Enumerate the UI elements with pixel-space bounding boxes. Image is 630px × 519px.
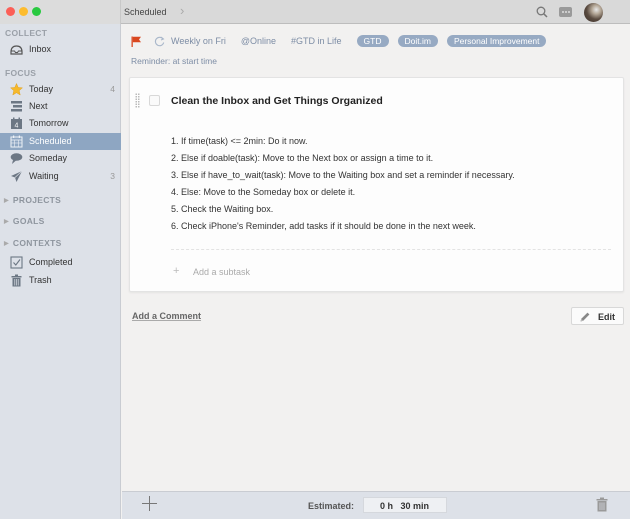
sidebar-item-someday[interactable]: Someday bbox=[0, 150, 121, 167]
delete-trash-icon[interactable] bbox=[596, 497, 608, 512]
section-label-focus: FOCUS bbox=[5, 68, 37, 78]
section-label-collect: COLLECT bbox=[5, 28, 48, 38]
sidebar-item-label: Next bbox=[29, 101, 48, 111]
sidebar-item-next[interactable]: Next bbox=[0, 98, 121, 115]
item-count: 3 bbox=[110, 171, 115, 181]
pencil-icon bbox=[580, 312, 590, 322]
group-label: CONTEXTS bbox=[12, 238, 62, 248]
star-icon bbox=[10, 83, 23, 96]
repeat-schedule[interactable]: Weekly on Fri bbox=[171, 36, 226, 46]
task-meta-row: Weekly on Fri @Online #GTD in Life GTD D… bbox=[131, 35, 555, 47]
sidebar-group-goals[interactable]: ▶ GOALS bbox=[4, 216, 45, 226]
inbox-icon bbox=[10, 45, 23, 55]
next-list-icon bbox=[11, 101, 22, 112]
sidebar-item-label: Trash bbox=[29, 275, 52, 285]
bottom-bar: Estimated: 0 h 30 min bbox=[122, 491, 630, 519]
edit-button-label: Edit bbox=[598, 312, 615, 322]
reminder-label[interactable]: Reminder: at start time bbox=[131, 56, 217, 66]
tag-badge[interactable]: GTD bbox=[356, 35, 389, 47]
estimated-label: Estimated: bbox=[308, 501, 355, 511]
note-line: 2. Else if doable(task): Move to the Nex… bbox=[171, 153, 434, 163]
group-label: GOALS bbox=[12, 216, 45, 226]
paper-plane-icon bbox=[11, 170, 23, 182]
checkbox-icon bbox=[10, 256, 23, 269]
note-line: 1. If time(task) <= 2min: Do it now. bbox=[171, 136, 308, 146]
estimated-time-value: 0 h 30 min bbox=[380, 501, 430, 511]
sidebar: COLLECT Inbox FOCUS Today 4 Next 4 Tomor… bbox=[0, 24, 121, 519]
group-label: PROJECTS bbox=[12, 195, 62, 205]
sidebar-item-label: Completed bbox=[29, 257, 73, 267]
sidebar-item-inbox[interactable]: Inbox bbox=[0, 41, 121, 58]
task-title[interactable]: Clean the Inbox and Get Things Organized bbox=[171, 95, 383, 107]
sidebar-item-label: Tomorrow bbox=[29, 118, 69, 128]
plus-icon[interactable]: + bbox=[173, 265, 179, 277]
add-comment-link[interactable]: Add a Comment bbox=[132, 311, 201, 321]
disclosure-triangle-icon: ▶ bbox=[4, 198, 9, 204]
title-bar: Scheduled › bbox=[0, 0, 630, 24]
note-line: 3. Else if have_to_wait(task): Move to t… bbox=[171, 170, 515, 180]
sidebar-item-scheduled[interactable]: Scheduled bbox=[0, 133, 121, 150]
context-label[interactable]: @Online bbox=[241, 36, 276, 46]
note-line: 4. Else: Move to the Someday box or dele… bbox=[171, 187, 356, 197]
calendar-grid-icon bbox=[10, 135, 23, 148]
sidebar-group-contexts[interactable]: ▶ CONTEXTS bbox=[4, 238, 62, 248]
chevron-right-icon: › bbox=[180, 3, 185, 18]
tag-badge[interactable]: Doit.im bbox=[397, 35, 438, 47]
task-card: Clean the Inbox and Get Things Organized… bbox=[129, 77, 624, 292]
sidebar-item-label: Inbox bbox=[29, 44, 52, 54]
add-subtask-input[interactable]: Add a subtask bbox=[193, 267, 250, 277]
task-detail-pane: Weekly on Fri @Online #GTD in Life GTD D… bbox=[122, 25, 630, 491]
minimize-window-button[interactable] bbox=[19, 7, 28, 16]
tag-badge[interactable]: Personal Improvement bbox=[446, 35, 547, 47]
search-icon[interactable] bbox=[536, 6, 548, 18]
sidebar-item-label: Someday bbox=[29, 153, 68, 163]
add-task-plus-icon[interactable] bbox=[142, 496, 157, 511]
sidebar-item-trash[interactable]: Trash bbox=[0, 272, 121, 289]
task-checkbox[interactable] bbox=[149, 95, 160, 106]
user-avatar[interactable] bbox=[584, 3, 603, 22]
sidebar-item-label: Scheduled bbox=[29, 136, 72, 146]
flag-icon[interactable] bbox=[131, 36, 142, 47]
sidebar-item-tomorrow[interactable]: 4 Tomorrow bbox=[0, 115, 121, 132]
calendar-4-icon: 4 bbox=[11, 117, 22, 130]
sidebar-item-completed[interactable]: Completed bbox=[0, 254, 121, 271]
estimated-time-field[interactable]: 0 h 30 min bbox=[363, 497, 447, 513]
sidebar-item-waiting[interactable]: Waiting 3 bbox=[0, 168, 121, 185]
chat-icon[interactable] bbox=[559, 7, 572, 17]
sidebar-group-projects[interactable]: ▶ PROJECTS bbox=[4, 195, 61, 205]
svg-text:4: 4 bbox=[15, 123, 19, 130]
divider bbox=[171, 249, 611, 250]
task-notes[interactable]: 1. If time(task) <= 2min: Do it now. 2. … bbox=[171, 133, 515, 235]
zoom-window-button[interactable] bbox=[32, 7, 41, 16]
drag-handle-icon[interactable] bbox=[135, 93, 140, 108]
repeat-icon bbox=[154, 36, 165, 46]
disclosure-triangle-icon: ▶ bbox=[4, 241, 9, 247]
disclosure-triangle-icon: ▶ bbox=[4, 219, 9, 225]
close-window-button[interactable] bbox=[6, 7, 15, 16]
note-line: 6. Check iPhone's Reminder, add tasks if… bbox=[171, 221, 476, 231]
note-line: 5. Check the Waiting box. bbox=[171, 204, 274, 214]
speech-bubble-icon bbox=[10, 153, 23, 164]
sidebar-item-today[interactable]: Today 4 bbox=[0, 81, 121, 98]
sidebar-item-label: Today bbox=[29, 84, 54, 94]
trash-icon bbox=[11, 274, 22, 287]
item-count: 4 bbox=[110, 84, 115, 94]
project-label[interactable]: #GTD in Life bbox=[291, 36, 342, 46]
window-title: Scheduled bbox=[124, 7, 167, 17]
edit-button[interactable]: Edit bbox=[571, 307, 624, 325]
sidebar-item-label: Waiting bbox=[29, 171, 59, 181]
